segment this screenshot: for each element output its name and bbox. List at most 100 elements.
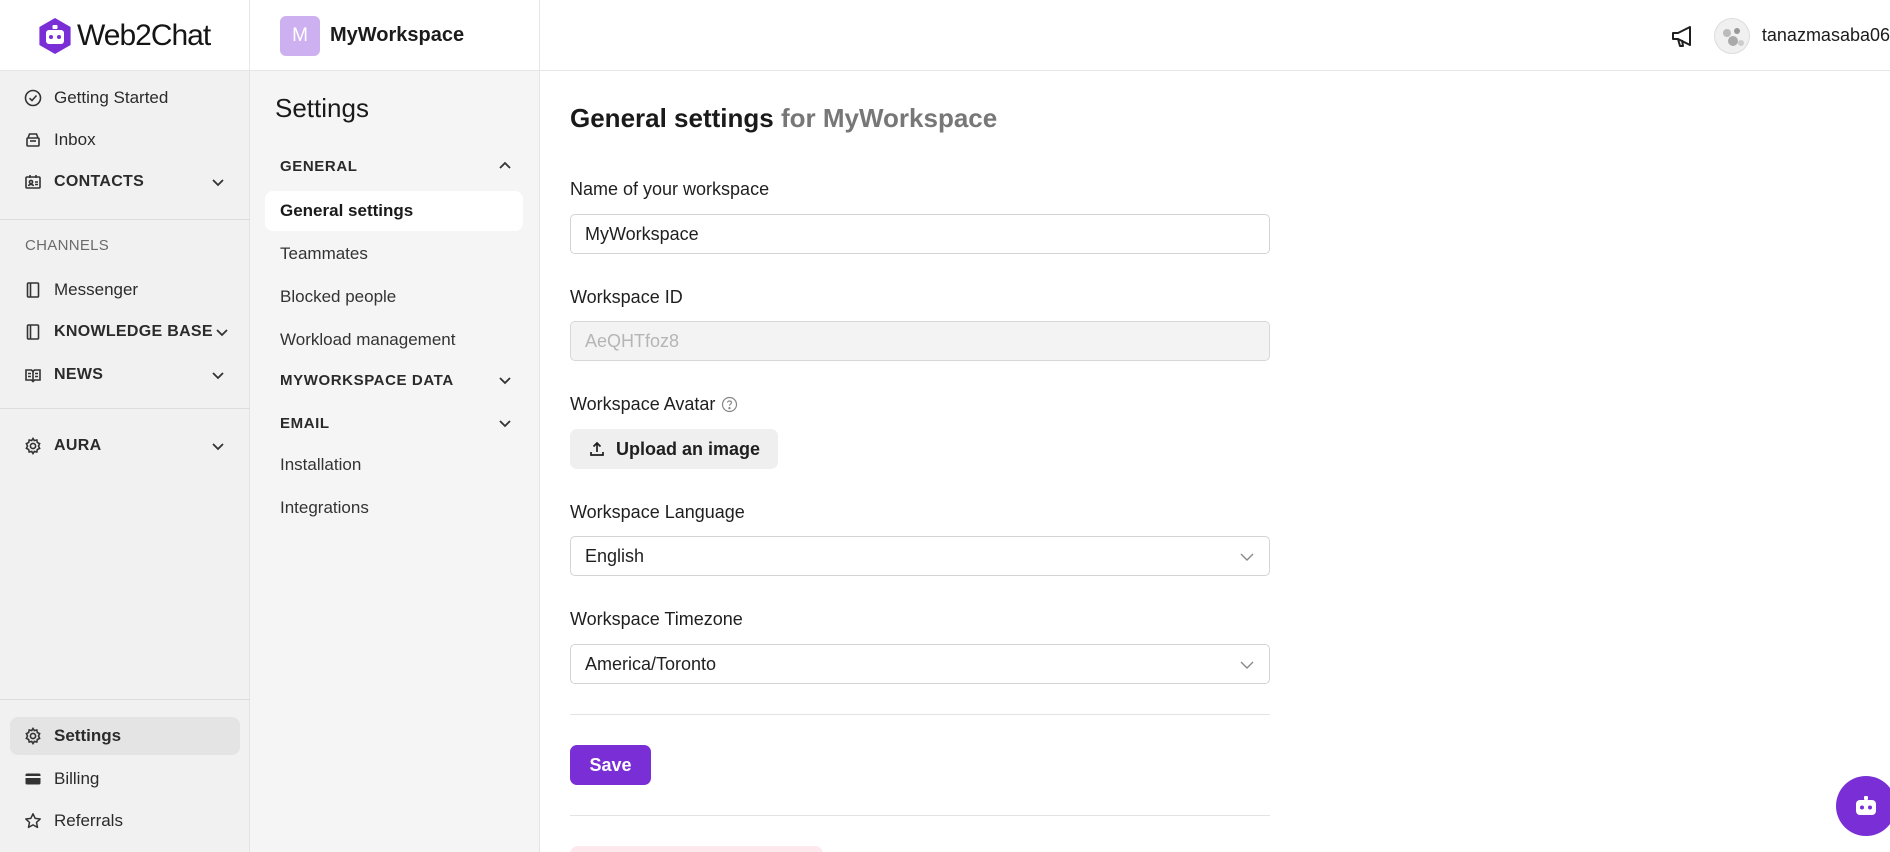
chevron-down-icon bbox=[212, 179, 224, 187]
subnav-group-myworkspace-data[interactable]: MYWORKSPACE DATA bbox=[280, 365, 525, 395]
chevron-down-icon bbox=[212, 372, 224, 380]
chat-bot-icon bbox=[1856, 796, 1876, 815]
danger-zone-button[interactable] bbox=[570, 846, 823, 852]
sidebar-item-inbox[interactable]: Inbox bbox=[10, 121, 240, 159]
sidebar-divider bbox=[0, 219, 250, 220]
subnav-item-installation[interactable]: Installation bbox=[265, 445, 523, 485]
form-divider bbox=[570, 714, 1270, 715]
brand[interactable]: Web2Chat bbox=[0, 0, 250, 71]
sidebar-item-aura[interactable]: AURA bbox=[10, 427, 240, 465]
page-title-suffix: for MyWorkspace bbox=[780, 103, 998, 133]
sidebar-item-label: NEWS bbox=[54, 366, 104, 383]
subnav-item-integrations[interactable]: Integrations bbox=[265, 488, 523, 528]
sidebar-item-label: Settings bbox=[54, 726, 122, 745]
workspace-avatar: M bbox=[280, 15, 320, 56]
workspace-language-label: Workspace Language bbox=[570, 502, 745, 522]
subnav-item-label: Teammates bbox=[280, 244, 368, 263]
chevron-down-icon bbox=[212, 443, 224, 451]
workspace-name: MyWorkspace bbox=[330, 24, 465, 46]
subnav-item-label: General settings bbox=[280, 201, 414, 220]
subnav-title: Settings bbox=[275, 93, 369, 123]
form-divider bbox=[570, 815, 1270, 816]
subnav-item-label: Installation bbox=[280, 455, 362, 474]
sidebar-item-label: KNOWLEDGE BASE bbox=[54, 323, 213, 340]
workspace-timezone-value: America/Toronto bbox=[585, 653, 717, 674]
chevron-down-icon bbox=[499, 420, 511, 428]
chevron-down-icon bbox=[1240, 661, 1254, 669]
page-title: General settings for MyWorkspace bbox=[570, 103, 997, 134]
channels-section-label: CHANNELS bbox=[25, 237, 110, 254]
top-right-actions: tanazmasaba06 bbox=[1668, 0, 1890, 71]
save-button[interactable]: Save bbox=[570, 745, 651, 785]
chat-launcher-button[interactable] bbox=[1836, 776, 1890, 836]
sidebar-item-referrals[interactable]: Referrals bbox=[10, 802, 240, 840]
subnav-group-general[interactable]: GENERAL bbox=[280, 151, 525, 181]
subnav-group-label: EMAIL bbox=[280, 414, 330, 432]
megaphone-icon[interactable] bbox=[1668, 21, 1698, 51]
sidebar-item-settings[interactable]: Settings bbox=[10, 717, 240, 755]
contacts-icon bbox=[24, 173, 42, 191]
subnav-item-general-settings[interactable]: General settings bbox=[265, 191, 523, 231]
subnav-group-label: MYWORKSPACE DATA bbox=[280, 371, 454, 389]
workspace-id-label: Workspace ID bbox=[570, 287, 683, 307]
main-content: General settings for MyWorkspace Name of… bbox=[540, 71, 1890, 852]
sidebar-item-contacts[interactable]: CONTACTS bbox=[10, 163, 240, 201]
workspace-name-input[interactable] bbox=[570, 214, 1270, 254]
subnav-group-label: GENERAL bbox=[280, 157, 358, 175]
subnav-item-label: Integrations bbox=[280, 498, 369, 517]
sidebar-item-label: Messenger bbox=[54, 280, 139, 299]
check-circle-icon bbox=[24, 89, 42, 107]
card-icon bbox=[24, 770, 42, 788]
sidebar-divider bbox=[0, 408, 250, 409]
workspace-language-select[interactable]: English bbox=[570, 536, 1270, 576]
subnav-group-email[interactable]: EMAIL bbox=[280, 408, 525, 438]
sidebar-item-getting-started[interactable]: Getting Started bbox=[10, 79, 240, 117]
sidebar-item-messenger[interactable]: Messenger bbox=[10, 271, 240, 309]
sidebar-item-label: AURA bbox=[54, 437, 102, 454]
upload-icon bbox=[590, 441, 604, 456]
help-icon[interactable] bbox=[721, 396, 738, 413]
sidebar-item-billing[interactable]: Billing bbox=[10, 760, 240, 798]
subnav-item-workload-management[interactable]: Workload management bbox=[265, 320, 523, 360]
workspace-language-value: English bbox=[585, 545, 645, 566]
top-bar: Web2Chat M MyWorkspace tanazmasaba06 bbox=[0, 0, 1890, 71]
sidebar-item-news[interactable]: NEWS bbox=[10, 356, 240, 394]
workspace-timezone-select[interactable]: America/Toronto bbox=[570, 644, 1270, 684]
news-icon bbox=[24, 366, 42, 384]
user-avatar[interactable] bbox=[1713, 17, 1750, 54]
gear-icon bbox=[24, 727, 42, 745]
settings-subnav: Settings GENERAL General settings Teamma… bbox=[250, 71, 540, 852]
sidebar: Getting Started Inbox CONTACTS CHANNELS … bbox=[0, 71, 250, 852]
subnav-item-teammates[interactable]: Teammates bbox=[265, 234, 523, 274]
subnav-item-label: Workload management bbox=[280, 330, 456, 349]
sidebar-item-label: Getting Started bbox=[54, 88, 169, 107]
chevron-up-icon bbox=[499, 161, 511, 169]
sidebar-item-label: Billing bbox=[54, 769, 100, 788]
page-title-text: General settings bbox=[570, 103, 774, 133]
book-icon bbox=[24, 281, 42, 299]
inbox-icon bbox=[24, 131, 42, 149]
brand-name: Web2Chat bbox=[77, 18, 211, 52]
workspace-id-input bbox=[570, 321, 1270, 361]
star-icon bbox=[24, 812, 42, 830]
workspace-avatar-label-text: Workspace Avatar bbox=[570, 394, 716, 414]
upload-image-button[interactable]: Upload an image bbox=[570, 429, 778, 469]
subnav-item-label: Blocked people bbox=[280, 287, 397, 306]
workspace-avatar-label: Workspace Avatar bbox=[570, 394, 738, 415]
chevron-down-icon bbox=[1240, 553, 1254, 561]
book-icon bbox=[24, 323, 42, 341]
sidebar-item-knowledge-base[interactable]: KNOWLEDGE BASE bbox=[10, 313, 240, 351]
workspace-name-label: Name of your workspace bbox=[570, 179, 770, 199]
chevron-down-icon bbox=[499, 377, 511, 385]
gear-icon bbox=[24, 437, 42, 455]
web2chat-logo-icon bbox=[39, 17, 71, 54]
workspace-switcher[interactable]: M MyWorkspace bbox=[250, 0, 540, 71]
user-name[interactable]: tanazmasaba06 bbox=[1762, 25, 1890, 46]
subnav-item-blocked-people[interactable]: Blocked people bbox=[265, 277, 523, 317]
sidebar-item-label: CONTACTS bbox=[54, 173, 145, 190]
upload-button-label: Upload an image bbox=[616, 438, 761, 459]
chevron-down-icon bbox=[216, 329, 228, 337]
sidebar-item-label: Inbox bbox=[54, 130, 96, 149]
sidebar-divider bbox=[0, 699, 250, 700]
workspace-timezone-label: Workspace Timezone bbox=[570, 609, 743, 629]
